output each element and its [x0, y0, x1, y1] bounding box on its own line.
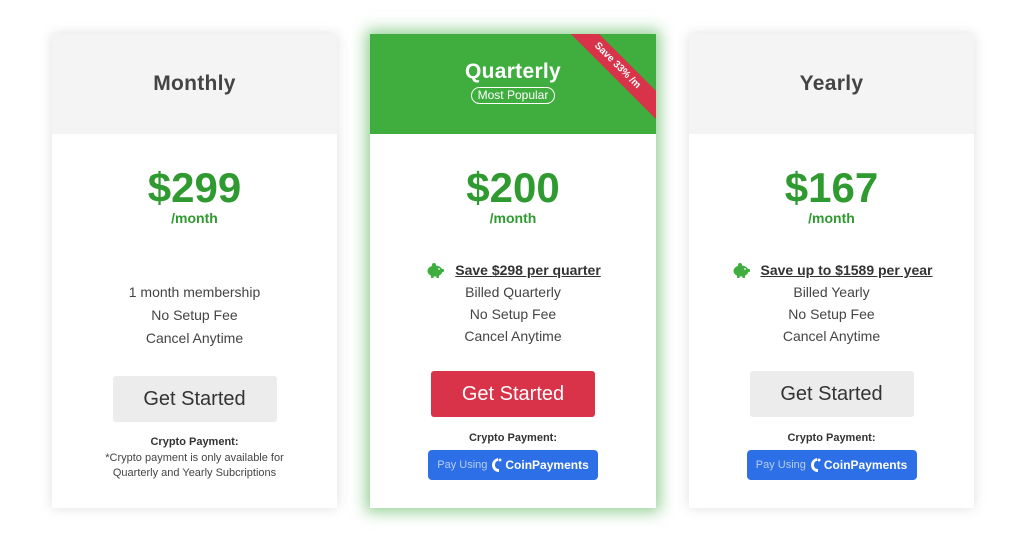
feature-list: Save $298 per quarter Billed Quarterly N… — [370, 259, 656, 347]
pricing-card-quarterly: Quarterly Most Popular Save 33% /m $200 … — [370, 34, 656, 508]
feature-item: 1 month membership — [128, 284, 261, 300]
piggy-bank-icon — [425, 262, 445, 278]
get-started-button[interactable]: Get Started — [749, 371, 914, 417]
savings-text: Save $298 per quarter — [455, 262, 601, 278]
crypto-note-line: Quarterly and Yearly Subcriptions — [112, 467, 277, 479]
coinpayments-logo-icon — [491, 457, 503, 473]
coinpayments-label: CoinPayments — [505, 458, 589, 472]
feature-item: Billed Yearly — [793, 284, 870, 300]
plan-price: $299 — [147, 164, 242, 211]
feature-item: No Setup Fee — [788, 306, 875, 322]
plan-price: $167 — [784, 164, 879, 211]
savings-line[interactable]: Save $298 per quarter — [370, 259, 656, 281]
price-period: /month — [171, 210, 218, 226]
coinpayments-label: CoinPayments — [823, 458, 908, 472]
feature-item: Billed Quarterly — [465, 284, 561, 300]
pricing-card-monthly: Monthly $299 /month 1 month membership N… — [52, 34, 337, 508]
crypto-note-line: *Crypto payment is only available for — [105, 452, 284, 464]
crypto-payment-note: *Crypto payment is only available for Qu… — [52, 451, 337, 481]
crypto-payment-label: Crypto Payment: — [150, 436, 239, 448]
plan-name: Yearly — [799, 72, 864, 95]
crypto-payment-label: Crypto Payment: — [787, 432, 876, 444]
most-popular-badge: Most Popular — [470, 87, 556, 104]
feature-item: Cancel Anytime — [782, 328, 881, 344]
savings-text: Save up to $1589 per year — [760, 262, 933, 278]
card-header: Yearly — [689, 34, 974, 134]
feature-list: 1 month membership No Setup Fee Cancel A… — [52, 281, 337, 350]
feature-item: No Setup Fee — [151, 307, 238, 323]
price-period: /month — [489, 210, 537, 226]
feature-item: No Setup Fee — [469, 306, 557, 322]
savings-line[interactable]: Save up to $1589 per year — [689, 259, 974, 281]
feature-item: Cancel Anytime — [145, 330, 244, 346]
feature-item: Cancel Anytime — [464, 328, 562, 344]
pay-using-label: Pay Using — [755, 459, 806, 471]
price-period: /month — [808, 210, 855, 226]
coinpayments-button[interactable]: Pay Using CoinPayments — [746, 450, 917, 480]
card-header: Monthly — [52, 34, 337, 134]
plan-name: Quarterly — [464, 60, 562, 83]
plan-name: Monthly — [153, 72, 236, 95]
pricing-card-yearly: Yearly $167 /month Save up to $1589 per … — [689, 34, 974, 508]
coinpayments-logo-icon — [810, 457, 822, 473]
pay-using-label: Pay Using — [437, 459, 488, 471]
plan-price: $200 — [466, 164, 560, 211]
get-started-button[interactable]: Get Started — [431, 371, 595, 417]
crypto-payment-label: Crypto Payment: — [468, 432, 558, 444]
coinpayments-button[interactable]: Pay Using CoinPayments — [428, 450, 598, 480]
get-started-button[interactable]: Get Started — [112, 376, 277, 422]
feature-list: Save up to $1589 per year Billed Yearly … — [689, 259, 974, 347]
piggy-bank-icon — [731, 262, 751, 278]
